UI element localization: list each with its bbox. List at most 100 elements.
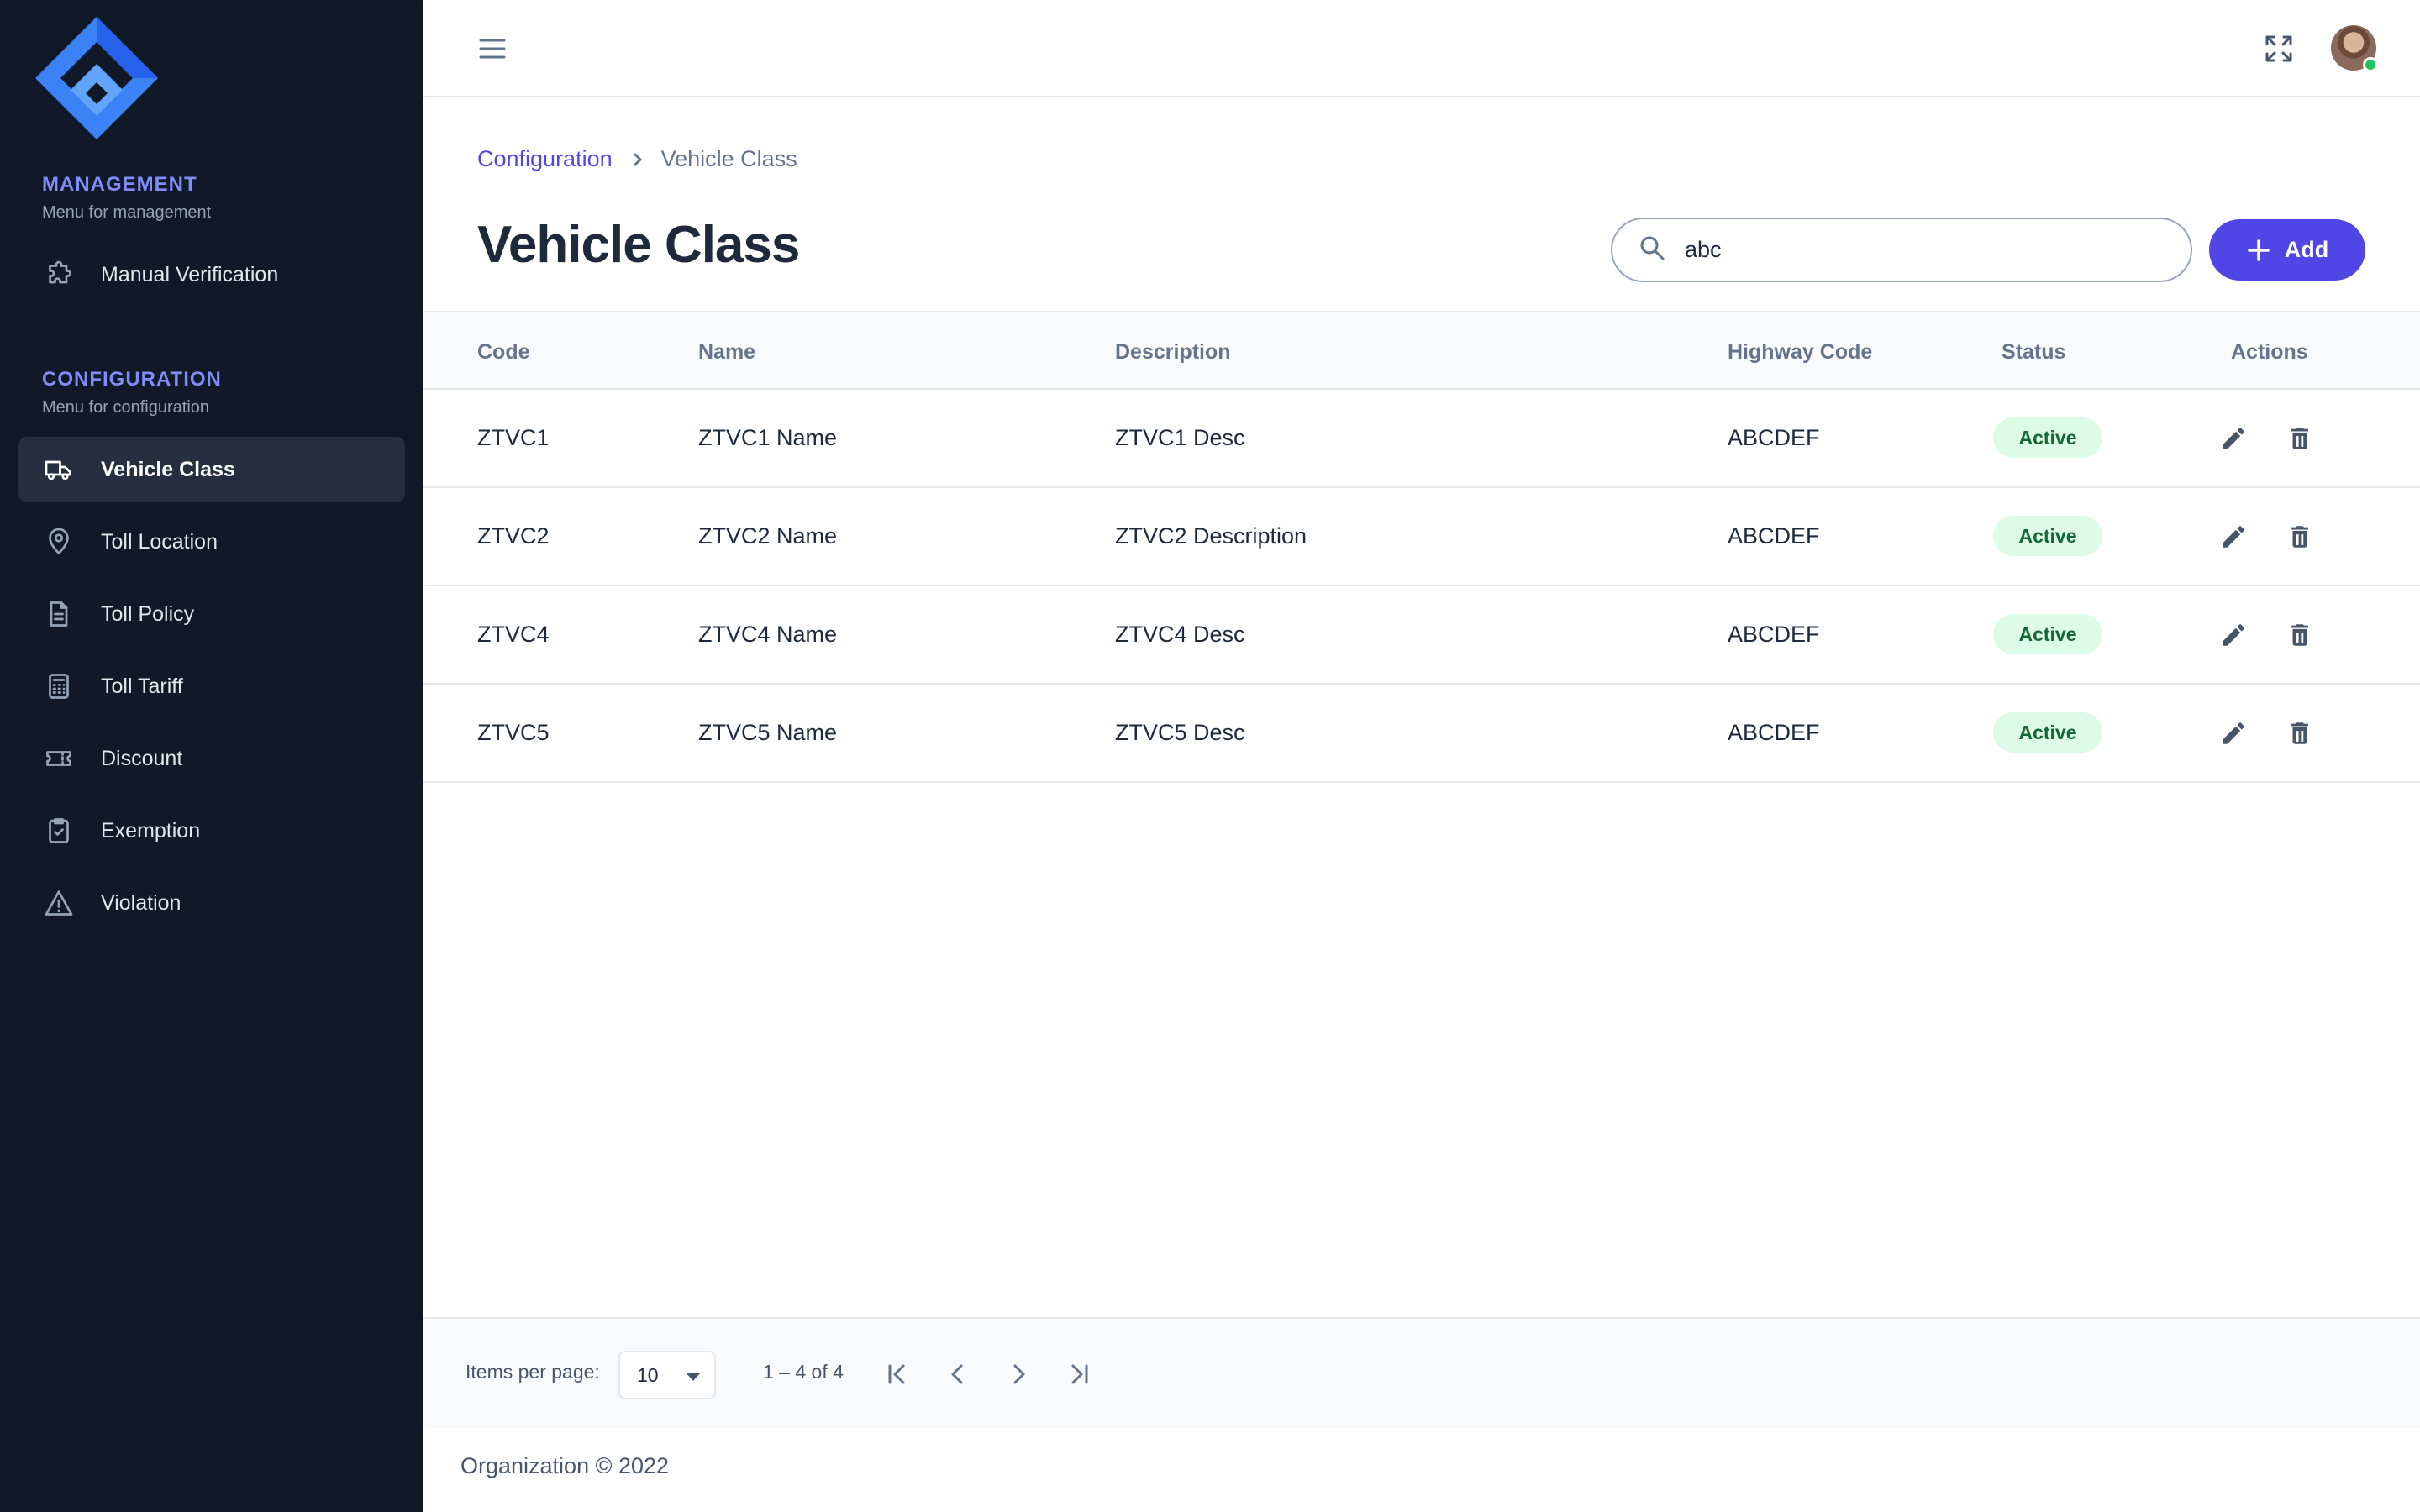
sidebar-item-label: Vehicle Class [101, 457, 235, 481]
sidebar-item-toll-policy[interactable]: Toll Policy [18, 581, 405, 647]
top-bar [424, 0, 2420, 97]
first-page-button[interactable] [879, 1356, 916, 1393]
sidebar-item-vehicle-class[interactable]: Vehicle Class [18, 437, 405, 502]
hamburger-icon [479, 39, 506, 59]
sidebar-item-violation[interactable]: Violation [18, 870, 405, 936]
trash-icon [2291, 624, 2308, 646]
items-per-page-select[interactable]: 10 [618, 1351, 716, 1399]
pencil-icon [2223, 624, 2244, 646]
pencil-icon [2223, 428, 2244, 449]
add-button[interactable]: Add [2209, 219, 2365, 281]
sidebar-item-discount[interactable]: Discount [18, 726, 405, 791]
puzzle-icon [42, 258, 76, 291]
pencil-icon [2223, 526, 2244, 548]
cell-code: ZTVC5 [477, 720, 550, 745]
sidebar-item-label: Toll Location [101, 529, 218, 554]
delete-button[interactable] [2283, 618, 2317, 652]
expand-icon [2265, 35, 2292, 62]
cell-description: ZTVC1 Desc [1115, 425, 1245, 450]
table-row[interactable]: ZTVC2 ZTVC2 Name ZTVC2 Description ABCDE… [424, 488, 2420, 586]
cell-code: ZTVC1 [477, 425, 550, 450]
edit-button[interactable] [2217, 618, 2250, 652]
sidebar-item-exemption[interactable]: Exemption [18, 798, 405, 864]
user-avatar[interactable] [2331, 25, 2378, 72]
vehicle-class-table: Code Name Description Highway Code Statu… [424, 311, 2420, 783]
cell-description: ZTVC5 Desc [1115, 720, 1245, 745]
status-badge: Active [1993, 712, 2102, 753]
edit-button[interactable] [2217, 520, 2250, 554]
column-header-actions: Actions [2231, 340, 2308, 364]
management-section-subtitle: Menu for management [42, 203, 212, 222]
cell-code: ZTVC4 [477, 622, 550, 647]
cell-highway-code: ABCDEF [1728, 720, 1820, 745]
sidebar: MANAGEMENT Menu for management Manual Ve… [0, 0, 424, 1512]
breadcrumb-link-configuration[interactable]: Configuration [477, 146, 613, 172]
location-pin-icon [42, 525, 76, 559]
trash-icon [2291, 722, 2308, 744]
column-header-code[interactable]: Code [477, 312, 530, 391]
cell-name: ZTVC4 Name [698, 622, 838, 647]
items-per-page-value: 10 [637, 1364, 659, 1386]
first-page-icon [888, 1364, 905, 1384]
cell-name: ZTVC2 Name [698, 523, 838, 549]
truck-icon [42, 453, 76, 486]
table-row[interactable]: ZTVC4 ZTVC4 Name ZTVC4 Desc ABCDEF Activ… [424, 586, 2420, 685]
fullscreen-button[interactable] [2260, 30, 2297, 67]
footer-copyright: Organization © 2022 [460, 1453, 670, 1478]
last-page-button[interactable] [1060, 1356, 1097, 1393]
chevron-right-icon [628, 150, 646, 169]
calculator-icon [42, 669, 76, 703]
delete-button[interactable] [2283, 520, 2317, 554]
cell-code: ZTVC2 [477, 523, 550, 549]
previous-page-button[interactable] [939, 1356, 976, 1393]
sidebar-item-toll-tariff[interactable]: Toll Tariff [18, 654, 405, 719]
search-icon [1638, 234, 1666, 266]
management-section-title: MANAGEMENT [42, 173, 197, 196]
trash-icon [2291, 428, 2308, 449]
paginator: Items per page: 10 1 – 4 of 4 [424, 1317, 2420, 1428]
clipboard-check-icon [42, 814, 76, 848]
cell-highway-code: ABCDEF [1728, 425, 1820, 450]
column-header-description[interactable]: Description [1115, 312, 1231, 391]
online-status-dot [2363, 57, 2378, 72]
edit-button[interactable] [2217, 422, 2250, 455]
cell-description: ZTVC4 Desc [1115, 622, 1245, 647]
last-page-icon [1071, 1364, 1088, 1384]
search-field[interactable] [1611, 218, 2192, 282]
table-row[interactable]: ZTVC1 ZTVC1 Name ZTVC1 Desc ABCDEF Activ… [424, 390, 2420, 488]
status-badge: Active [1993, 417, 2102, 458]
cell-name: ZTVC5 Name [698, 720, 838, 745]
app-logo[interactable] [35, 17, 158, 139]
column-header-name[interactable]: Name [698, 312, 755, 391]
add-button-label: Add [2284, 237, 2329, 262]
delete-button[interactable] [2283, 422, 2317, 455]
edit-button[interactable] [2217, 717, 2250, 750]
column-header-highway-code[interactable]: Highway Code [1728, 312, 1872, 391]
sidebar-item-manual-verification[interactable]: Manual Verification [18, 242, 405, 307]
cell-highway-code: ABCDEF [1728, 523, 1820, 549]
menu-toggle-button[interactable] [474, 30, 511, 67]
sidebar-item-label: Toll Policy [101, 601, 195, 626]
delete-button[interactable] [2283, 717, 2317, 750]
document-icon [42, 597, 76, 631]
sidebar-item-label: Exemption [101, 818, 201, 843]
sidebar-item-toll-location[interactable]: Toll Location [18, 509, 405, 575]
configuration-section-subtitle: Menu for configuration [42, 398, 210, 417]
cell-description: ZTVC2 Description [1115, 523, 1307, 549]
breadcrumb: Configuration Vehicle Class [477, 146, 797, 172]
column-header-status[interactable]: Status [2002, 312, 2065, 391]
sidebar-item-label: Toll Tariff [101, 674, 183, 698]
next-page-button[interactable] [1000, 1356, 1037, 1393]
cell-highway-code: ABCDEF [1728, 622, 1820, 647]
table-row[interactable]: ZTVC5 ZTVC5 Name ZTVC5 Desc ABCDEF Activ… [424, 685, 2420, 783]
chevron-right-icon [1013, 1364, 1025, 1384]
breadcrumb-current: Vehicle Class [660, 146, 797, 171]
pagination-range: 1 – 4 of 4 [763, 1361, 844, 1383]
dropdown-caret-icon [686, 1373, 701, 1381]
ticket-icon [42, 742, 76, 775]
sidebar-item-label: Discount [101, 746, 183, 770]
table-header: Code Name Description Highway Code Statu… [424, 311, 2420, 390]
search-input[interactable] [1685, 237, 2155, 263]
warning-icon [42, 886, 76, 920]
sidebar-item-label: Manual Verification [101, 262, 279, 286]
